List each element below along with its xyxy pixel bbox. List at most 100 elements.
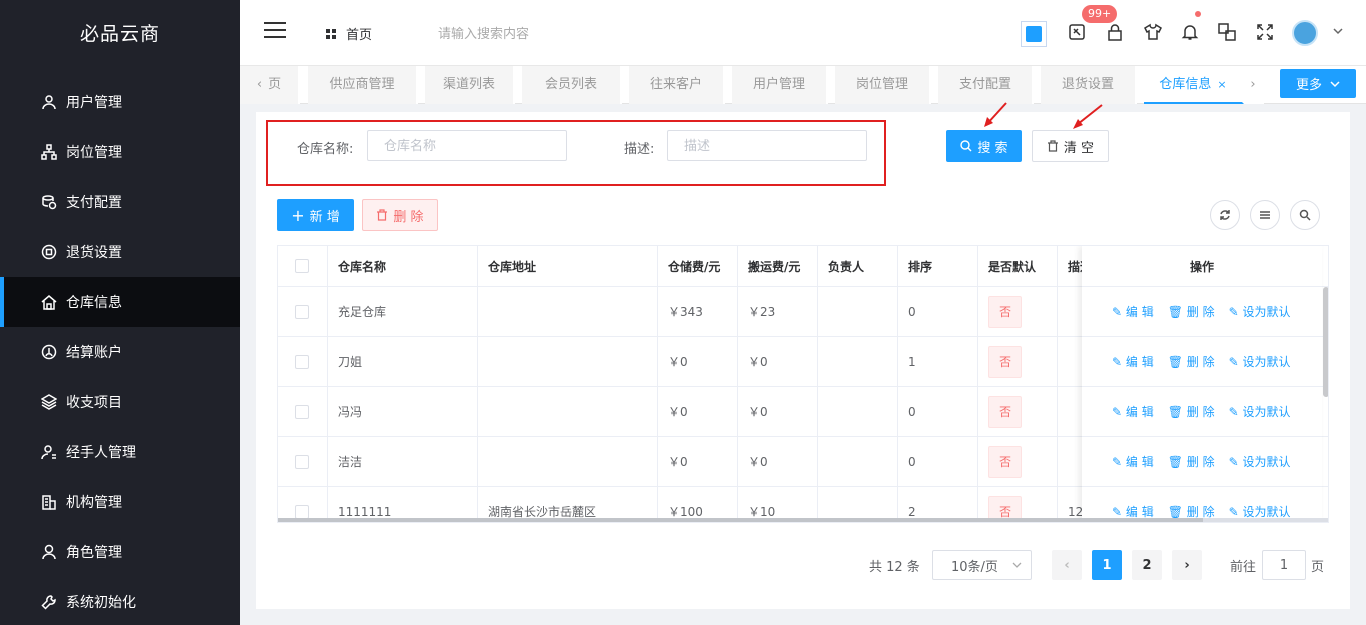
tab-payment[interactable]: 支付配置 (938, 66, 1034, 104)
cell-owner (818, 337, 898, 386)
select-all-checkbox[interactable] (295, 259, 309, 273)
edit-link[interactable]: ✎ 编 辑 (1112, 403, 1154, 420)
sidebar-menu: 用户管理 岗位管理 支付配置 退货设置 仓库信息 结算账户 收支项目 经手人管理… (0, 77, 240, 625)
delete-link[interactable]: 🗑 删 除 (1168, 353, 1215, 370)
row-checkbox[interactable] (295, 454, 309, 469)
sidebar-item-system-init[interactable]: 系统初始化 (0, 577, 240, 625)
close-icon[interactable]: × (1217, 78, 1226, 91)
tab-post[interactable]: 岗位管理 (835, 66, 931, 104)
tab-bar: ‹ 页 供应商管理 渠道列表 会员列表 往来客户 用户管理 岗位管理 支付配置 退… (240, 66, 1366, 104)
more-button[interactable]: 更多 (1280, 69, 1356, 98)
chevron-left-icon[interactable]: ‹ (257, 77, 262, 92)
page-2-button[interactable]: 2 (1132, 550, 1162, 580)
sidebar-item-warehouse-info[interactable]: 仓库信息 (0, 277, 240, 327)
fullscreen-icon[interactable] (1254, 21, 1276, 43)
row-checkbox[interactable] (295, 354, 309, 369)
header-sort[interactable]: 排序 (898, 246, 978, 286)
sidebar: 必品云商 用户管理 岗位管理 支付配置 退货设置 仓库信息 结算账户 收支项目 … (0, 0, 240, 625)
avatar[interactable] (1292, 20, 1318, 46)
user-icon (40, 93, 58, 111)
vertical-scrollbar[interactable] (1323, 287, 1328, 397)
cell-carry: ￥0 (738, 337, 818, 386)
sidebar-item-income-expense[interactable]: 收支项目 (0, 377, 240, 427)
row-checkbox-cell (278, 387, 328, 436)
header-carry-fee[interactable]: 搬运费/元 (738, 246, 818, 286)
sidebar-item-label: 仓库信息 (66, 295, 122, 311)
edit-link[interactable]: ✎ 编 辑 (1112, 353, 1154, 370)
header-warehouse-address[interactable]: 仓库地址 (478, 246, 658, 286)
sidebar-item-payment-config[interactable]: 支付配置 (0, 177, 240, 227)
search-button[interactable]: 搜 索 (946, 130, 1022, 162)
page-1-button[interactable]: 1 (1092, 550, 1122, 580)
clear-button[interactable]: 清 空 (1032, 130, 1109, 162)
tab-return[interactable]: 退货设置 (1041, 66, 1137, 104)
default-tag: 否 (988, 395, 1022, 428)
sidebar-item-org-management[interactable]: 机构管理 (0, 477, 240, 527)
notebook-icon[interactable] (1066, 21, 1088, 43)
set-default-link[interactable]: ✎ 设为默认 (1229, 303, 1291, 320)
bell-icon[interactable] (1179, 21, 1201, 43)
prev-page-button[interactable]: ‹ (1052, 550, 1082, 580)
sidebar-item-user-management[interactable]: 用户管理 (0, 77, 240, 127)
tab-home[interactable]: ‹ 页 (240, 66, 300, 104)
delete-link[interactable]: 🗑 删 除 (1168, 453, 1215, 470)
header-owner[interactable]: 负责人 (818, 246, 898, 286)
warehouse-name-label: 仓库名称: (297, 142, 354, 157)
warehouse-table: 仓库名称 仓库地址 仓储费/元 搬运费/元 负责人 排序 是否默认 描述 充足仓… (277, 245, 1329, 523)
translate-icon[interactable] (1216, 21, 1238, 43)
row-checkbox[interactable] (295, 404, 309, 419)
shirt-icon[interactable] (1142, 21, 1164, 43)
sidebar-item-role-management[interactable]: 角色管理 (0, 527, 240, 577)
cell-is-default: 否 (978, 387, 1058, 436)
row-checkbox[interactable] (295, 504, 309, 519)
cell-address (478, 387, 658, 436)
warehouse-name-input[interactable] (367, 130, 567, 161)
blue-checkbox-icon[interactable] (1021, 21, 1047, 47)
header-storage-fee[interactable]: 仓储费/元 (658, 246, 738, 286)
sidebar-item-settlement-account[interactable]: 结算账户 (0, 327, 240, 377)
chevron-down-icon[interactable] (1332, 25, 1344, 41)
chevron-right-icon[interactable]: › (1244, 66, 1264, 104)
search-toggle-icon[interactable] (1290, 200, 1320, 230)
cell-carry: ￥23 (738, 287, 818, 336)
cell-address (478, 437, 658, 486)
operations-row: ✎ 编 辑 🗑 删 除 ✎ 设为默认 (1082, 387, 1322, 437)
cell-name: 冯冯 (328, 387, 478, 436)
sidebar-item-post-management[interactable]: 岗位管理 (0, 127, 240, 177)
sidebar-item-return-settings[interactable]: 退货设置 (0, 227, 240, 277)
header-is-default[interactable]: 是否默认 (978, 246, 1058, 286)
tab-warehouse[interactable]: 仓库信息 × (1144, 66, 1244, 104)
lock-icon[interactable] (1104, 21, 1126, 43)
edit-link[interactable]: ✎ 编 辑 (1112, 453, 1154, 470)
hamburger-menu-icon[interactable] (264, 22, 286, 42)
tab-member[interactable]: 会员列表 (522, 66, 622, 104)
set-default-link[interactable]: ✎ 设为默认 (1229, 353, 1291, 370)
horizontal-scrollbar[interactable] (278, 518, 1328, 522)
default-tag: 否 (988, 445, 1022, 478)
goto-label: 前往 (1230, 559, 1257, 575)
row-checkbox[interactable] (295, 304, 309, 319)
edit-link[interactable]: ✎ 编 辑 (1112, 303, 1154, 320)
next-page-button[interactable]: › (1172, 550, 1202, 580)
tab-channel[interactable]: 渠道列表 (425, 66, 515, 104)
tab-supplier[interactable]: 供应商管理 (308, 66, 418, 104)
top-search-input[interactable] (438, 18, 618, 48)
set-default-link[interactable]: ✎ 设为默认 (1229, 403, 1291, 420)
header-warehouse-name[interactable]: 仓库名称 (328, 246, 478, 286)
delete-link[interactable]: 🗑 删 除 (1168, 403, 1215, 420)
tab-customer[interactable]: 往来客户 (629, 66, 725, 104)
page-size-select[interactable]: 10条/页 (932, 550, 1032, 580)
cell-carry: ￥0 (738, 387, 818, 436)
set-default-link[interactable]: ✎ 设为默认 (1229, 453, 1291, 470)
add-button[interactable]: + 新 增 (277, 199, 354, 231)
goto-page-input[interactable] (1262, 550, 1306, 580)
column-filter-icon[interactable] (1250, 200, 1280, 230)
delete-button[interactable]: 删 除 (362, 199, 438, 231)
description-input[interactable] (667, 130, 867, 161)
sidebar-item-handler-management[interactable]: 经手人管理 (0, 427, 240, 477)
cell-is-default: 否 (978, 287, 1058, 336)
refresh-icon[interactable] (1210, 200, 1240, 230)
home-breadcrumb[interactable]: 首页 (326, 24, 372, 43)
tab-user[interactable]: 用户管理 (732, 66, 828, 104)
delete-link[interactable]: 🗑 删 除 (1168, 303, 1215, 320)
